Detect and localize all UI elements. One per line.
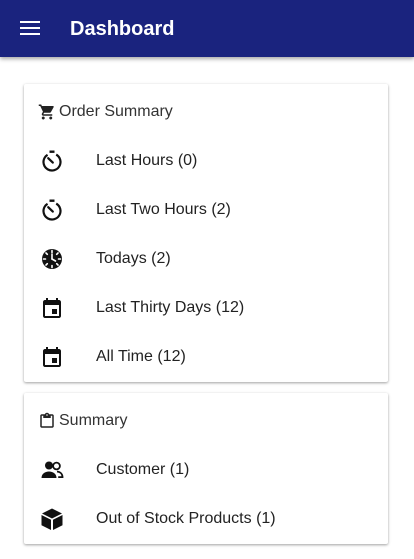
hamburger-menu-icon[interactable] (20, 19, 40, 37)
order-summary-title: Order Summary (59, 103, 173, 120)
clock-icon (42, 249, 62, 269)
list-item-label: Customer (1) (96, 461, 190, 478)
timer-icon (42, 199, 62, 221)
list-item-all-time[interactable]: All Time (12) (24, 337, 388, 377)
list-item-label: Last Hours (0) (96, 152, 198, 169)
users-icon (41, 461, 64, 478)
calendar-icon (43, 298, 61, 318)
cart-icon (38, 104, 54, 120)
app-bar: Dashboard (0, 0, 414, 57)
list-item-out-of-stock[interactable]: Out of Stock Products (1) (24, 499, 388, 539)
list-item-label: Last Two Hours (2) (96, 201, 231, 218)
list-item-label: Todays (2) (96, 250, 171, 267)
box-icon (41, 508, 63, 530)
list-item-label: All Time (12) (96, 348, 186, 365)
clipboard-icon (40, 412, 54, 428)
order-summary-card: Order Summary Last Hours (0) Last Two Ho… (24, 84, 388, 382)
order-summary-header: Order Summary (38, 102, 173, 122)
list-item-customer[interactable]: Customer (1) (24, 450, 388, 490)
list-item-last-two-hours[interactable]: Last Two Hours (2) (24, 190, 388, 230)
summary-header: Summary (38, 411, 127, 431)
list-item-label: Out of Stock Products (1) (96, 510, 276, 527)
page-title: Dashboard (70, 18, 175, 40)
list-item-last-hours[interactable]: Last Hours (0) (24, 141, 388, 181)
list-item-todays[interactable]: Todays (2) (24, 239, 388, 279)
calendar-icon (43, 347, 61, 367)
timer-icon (42, 150, 62, 172)
summary-title: Summary (59, 412, 128, 429)
list-item-label: Last Thirty Days (12) (96, 299, 245, 316)
list-item-last-thirty-days[interactable]: Last Thirty Days (12) (24, 288, 388, 328)
summary-card: Summary Customer (1) Out of Stock Produc… (24, 393, 388, 544)
